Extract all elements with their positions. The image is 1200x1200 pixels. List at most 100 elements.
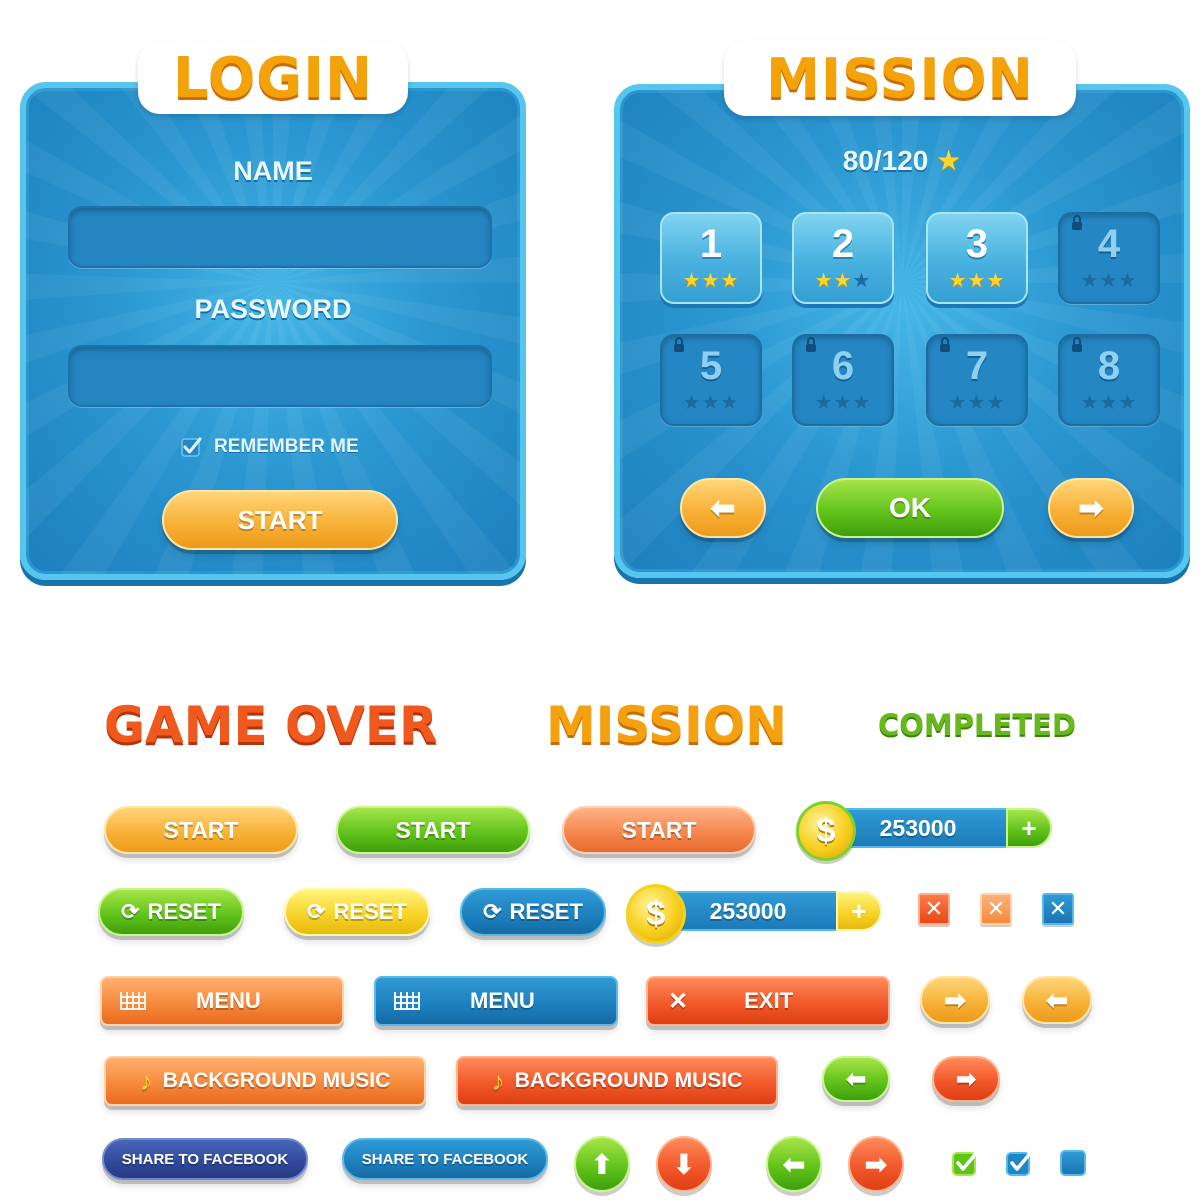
plus-icon: + [1021,812,1037,843]
reset-button-yellow[interactable]: ⟳ RESET [284,888,430,936]
menu-button-blue[interactable]: MENU [374,976,618,1026]
level-tile-3[interactable]: 3 ★★★ [926,212,1028,304]
reset-button-green[interactable]: ⟳ RESET [98,888,244,936]
back-button-orange[interactable]: ⬅ [1022,976,1092,1024]
level-stars: ★★★ [794,268,892,293]
level-tile-1[interactable]: 1 ★★★ [660,212,762,304]
coin-icon: $ [626,884,686,944]
coin-amount: 253000 [709,897,787,924]
share-facebook-button-blue[interactable]: SHARE TO FACEBOOK [342,1138,548,1180]
prev-arrow-button[interactable]: ⬅ [680,478,766,538]
login-start-button[interactable]: START [162,490,398,550]
level-stars: ★★★ [1060,268,1158,293]
refresh-icon: ⟳ [307,899,326,924]
arrow-left-icon: ⬅ [782,1148,806,1180]
arrow-left-icon: ⬅ [710,491,736,525]
close-button-orange[interactable]: ✕ [980,893,1012,925]
coin-icon: $ [796,801,856,861]
name-label: NAME [233,156,313,186]
share-facebook-button-navy[interactable]: SHARE TO FACEBOOK [102,1138,308,1180]
level-tile-8: 8 ★★★ [1058,334,1160,426]
close-button-red[interactable]: ✕ [918,893,950,925]
star-filled-icon: ★ [967,270,987,292]
up-button[interactable]: ⬆ [574,1136,630,1192]
star-empty-icon: ★ [852,392,872,414]
login-panel: NAME PASSWORD REMEMBER ME START [20,82,526,580]
star-empty-icon: ★ [986,392,1006,414]
mission-title: MISSION [546,696,788,754]
close-button-blue[interactable]: ✕ [1042,893,1074,925]
start-button-peach[interactable]: START [562,806,756,854]
reset-button-blue[interactable]: ⟳ RESET [460,888,606,936]
checkbox-blue-checked[interactable] [1006,1148,1036,1181]
remember-me-checkbox[interactable]: REMEMBER ME [180,436,359,458]
left-button[interactable]: ⬅ [766,1136,822,1192]
star-empty-icon: ★ [720,392,740,414]
star-empty-icon: ★ [1080,270,1100,292]
level-tile-4: 4 ★★★ [1058,212,1160,304]
refresh-icon: ⟳ [121,899,140,924]
level-number: 7 [965,344,989,388]
start-label: START [395,816,471,843]
coin-amount: 253000 [879,814,957,841]
exit-button[interactable]: ✕ EXIT [646,976,890,1026]
level-stars: ★★★ [928,268,1026,293]
star-empty-icon: ★ [1080,392,1100,414]
arrow-right-icon: ➡ [864,1148,888,1180]
start-label: START [621,816,697,843]
grid-icon [394,992,420,1010]
menu-label: MENU [196,988,261,1013]
star-empty-icon: ★ [701,392,721,414]
start-button-orange[interactable]: START [104,806,298,854]
star-empty-icon: ★ [1118,392,1138,414]
next-arrow-button[interactable]: ➡ [1048,478,1134,538]
ok-label: OK [889,492,931,523]
back-button-green[interactable]: ⬅ [822,1056,890,1102]
next-button-red[interactable]: ➡ [932,1056,1000,1102]
checkbox-blue-unchecked[interactable] [1060,1150,1086,1176]
music-note-icon: ♪ [491,1065,505,1096]
down-button[interactable]: ⬇ [656,1136,712,1192]
background-music-button-orange[interactable]: ♪ BACKGROUND MUSIC [104,1056,426,1106]
checkmark-icon [181,437,202,457]
level-number: 2 [831,222,855,266]
mission-title-badge: MISSION [724,40,1076,116]
level-number: 4 [1097,222,1121,266]
level-stars: ★★★ [794,390,892,415]
level-stars: ★★★ [662,390,760,415]
level-tile-2[interactable]: 2 ★★★ [792,212,894,304]
star-filled-icon: ★ [720,270,740,292]
star-empty-icon: ★ [682,392,702,414]
checkbox-green-checked[interactable] [952,1148,982,1181]
background-music-button-red[interactable]: ♪ BACKGROUND MUSIC [456,1056,778,1106]
mission-panel: 80/120 ★ 1 ★★★ 2 ★★★ 3 ★★★ 4 ★★★ 5 ★★★ 6 ★★★ 7 ★★★ 8 ★★… [614,84,1190,578]
arrow-right-icon: ➡ [944,984,966,1015]
close-icon: ✕ [1048,896,1068,921]
star-filled-icon: ★ [986,270,1006,292]
arrow-left-icon: ⬅ [1046,984,1068,1015]
menu-button-orange[interactable]: MENU [100,976,344,1026]
star-empty-icon: ★ [833,392,853,414]
background-music-label: BACKGROUND MUSIC [514,1069,743,1092]
game-over-title: GAME OVER [104,696,438,754]
plus-icon: + [851,895,867,926]
music-note-icon: ♪ [139,1065,153,1096]
reset-label: RESET [147,899,221,924]
ok-button[interactable]: OK [816,478,1004,538]
add-coins-button-green[interactable]: + [1006,808,1052,848]
add-coins-button-yellow[interactable]: + [836,891,882,931]
name-field[interactable] [68,206,492,268]
start-button-green[interactable]: START [336,806,530,854]
level-tile-7: 7 ★★★ [926,334,1028,426]
menu-label: MENU [470,988,535,1013]
password-field[interactable] [68,345,492,407]
arrow-up-icon: ⬆ [590,1148,614,1180]
right-button[interactable]: ➡ [848,1136,904,1192]
dollar-icon: $ [816,811,836,850]
star-empty-icon: ★ [948,392,968,414]
mission-progress: 80/120 ★ [620,144,1184,177]
next-button-orange[interactable]: ➡ [920,976,990,1024]
exit-label: EXIT [744,988,794,1013]
reset-label: RESET [333,899,407,924]
start-label: START [163,816,239,843]
